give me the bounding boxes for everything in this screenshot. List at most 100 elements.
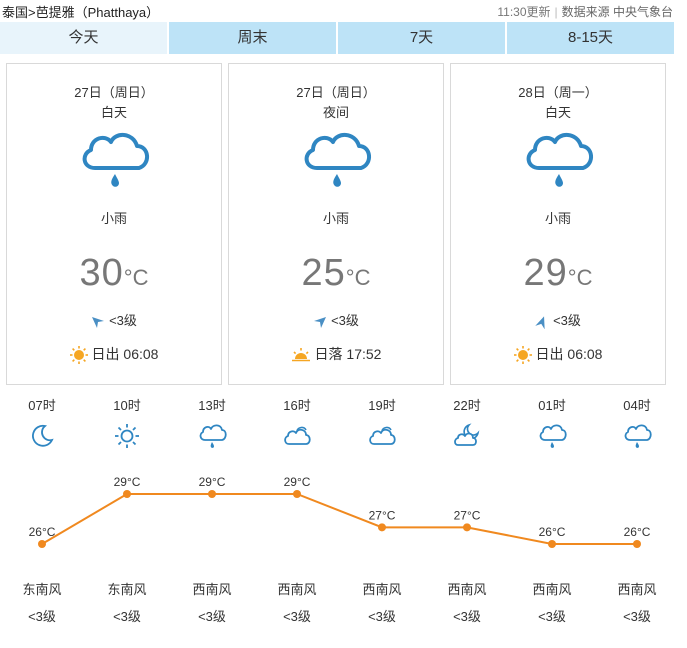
rain-cloud-icon xyxy=(517,422,587,452)
cloudy-icon xyxy=(347,422,417,452)
card-wind: <3级 xyxy=(229,310,443,329)
sunrise-icon xyxy=(513,346,532,365)
card-temperature: 30°C xyxy=(79,252,149,294)
forecast-card-2: 27日（周日） 夜间 小雨 25°C <3级 日落 17:52 xyxy=(228,63,444,385)
tab-8-15-days[interactable]: 8-15天 xyxy=(507,22,674,54)
temperature-point xyxy=(123,490,131,498)
tab-today[interactable]: 今天 xyxy=(0,22,167,54)
hour-wind-level: <3级 xyxy=(198,609,226,624)
breadcrumb-country[interactable]: 泰国 xyxy=(2,5,28,20)
card-description: 小雨 xyxy=(322,211,349,226)
hour-wind-direction: 西南风 xyxy=(362,582,402,597)
card-sun: 日落 17:52 xyxy=(229,344,443,364)
rain-cloud-icon xyxy=(177,422,247,452)
temperature-point xyxy=(208,490,216,498)
card-description: 小雨 xyxy=(100,211,127,226)
wind-direction-icon xyxy=(535,315,545,329)
hour-column: 19时 xyxy=(347,395,417,452)
source-link[interactable]: 中央气象台 xyxy=(613,5,673,19)
hour-column: 13时 xyxy=(177,395,247,452)
hour-time: 10时 xyxy=(113,398,141,413)
wind-direction-icon xyxy=(314,316,327,328)
hour-wind-direction: 东南风 xyxy=(22,582,62,597)
partly-cloudy-night-icon xyxy=(432,422,502,452)
wind-direction-icon xyxy=(92,316,105,328)
temperature-point xyxy=(38,540,46,548)
hour-wind-level: <3级 xyxy=(453,609,481,624)
card-period: 白天 xyxy=(100,105,127,120)
hour-wind-level: <3级 xyxy=(113,609,141,624)
rain-cloud-icon xyxy=(521,128,595,194)
card-date: 27日（周日） xyxy=(74,85,154,100)
temperature-label: 27°C xyxy=(369,508,396,522)
hour-wind-level: <3级 xyxy=(623,609,651,624)
temperature-point xyxy=(633,540,641,548)
card-sun: 日出 06:08 xyxy=(451,344,665,365)
hour-wind-direction: 东南风 xyxy=(107,582,147,597)
sunset-icon xyxy=(291,348,310,362)
hour-time: 22时 xyxy=(453,398,481,413)
hour-wind-level: <3级 xyxy=(538,609,566,624)
hour-column: 22时 xyxy=(432,395,502,452)
hour-wind-level: <3级 xyxy=(283,609,311,624)
hour-wind-level: <3级 xyxy=(368,609,396,624)
hour-column: 07时 xyxy=(7,395,77,452)
card-wind: <3级 xyxy=(451,310,665,329)
update-meta: 11:30更新 | 数据来源 中央气象台 xyxy=(497,5,673,19)
hour-time: 01时 xyxy=(538,398,566,413)
temperature-point xyxy=(293,490,301,498)
card-date: 28日（周一） xyxy=(518,85,598,100)
hour-column: 01时 xyxy=(517,395,587,452)
hour-wind-direction: 西南风 xyxy=(532,582,572,597)
rain-cloud-icon xyxy=(299,128,373,194)
temperature-label: 29°C xyxy=(199,475,226,489)
hourly-forecast: 07时 10时 13时 16时 19时 22时 01时 04时 26°C 29°C… xyxy=(0,395,687,635)
hour-time: 16时 xyxy=(283,398,311,413)
breadcrumb-separator: > xyxy=(28,5,36,20)
breadcrumb: 泰国>芭提雅（Phatthaya） xyxy=(2,2,159,21)
breadcrumb-city: 芭提雅（Phatthaya） xyxy=(35,5,160,20)
temperature-line-chart: 26°C 29°C 29°C 29°C 27°C 27°C 26°C 26°C xyxy=(29,475,651,548)
hour-column: 04时 xyxy=(602,395,672,452)
card-sun: 日出 06:08 xyxy=(7,344,221,365)
tab-7-days[interactable]: 7天 xyxy=(338,22,505,54)
top-bar: 泰国>芭提雅（Phatthaya） 11:30更新 | 数据来源 中央气象台 xyxy=(0,0,687,22)
hour-time: 04时 xyxy=(623,398,651,413)
card-temperature: 29°C xyxy=(523,252,593,294)
card-period: 白天 xyxy=(544,105,571,120)
sun-icon xyxy=(92,422,162,452)
card-temperature: 25°C xyxy=(301,252,371,294)
hour-column: 10时 xyxy=(92,395,162,452)
forecast-card-3: 28日（周一） 白天 小雨 29°C <3级 日出 06:08 xyxy=(450,63,666,385)
hour-wind-direction: 西南风 xyxy=(447,582,487,597)
card-period: 夜间 xyxy=(322,105,349,120)
cloudy-icon xyxy=(262,422,332,452)
moon-icon xyxy=(7,422,77,452)
update-time: 11:30更新 xyxy=(497,5,551,19)
hour-time: 13时 xyxy=(198,398,226,413)
hour-wind-level: <3级 xyxy=(28,609,56,624)
source-label: 数据来源 xyxy=(561,5,610,19)
hour-wind-direction: 西南风 xyxy=(277,582,317,597)
rain-cloud-icon xyxy=(77,128,151,194)
temperature-label: 26°C xyxy=(624,525,651,539)
rain-cloud-icon xyxy=(602,422,672,452)
temperature-label: 26°C xyxy=(29,525,56,539)
card-description: 小雨 xyxy=(544,211,571,226)
temperature-point xyxy=(463,523,471,532)
forecast-tabs: 今天 周末 7天 8-15天 xyxy=(0,22,674,54)
card-date: 27日（周日） xyxy=(296,85,376,100)
hour-time: 07时 xyxy=(28,398,56,413)
temperature-label: 26°C xyxy=(539,525,566,539)
temperature-label: 27°C xyxy=(454,508,481,522)
card-wind: <3级 xyxy=(7,310,221,329)
temperature-point xyxy=(548,540,556,548)
sunrise-icon xyxy=(69,346,88,365)
temperature-label: 29°C xyxy=(114,475,141,489)
hour-wind-direction: 西南风 xyxy=(192,582,232,597)
temperature-point xyxy=(378,523,386,532)
temperature-label: 29°C xyxy=(284,475,311,489)
tab-weekend[interactable]: 周末 xyxy=(169,22,336,54)
forecast-card-1: 27日（周日） 白天 小雨 30°C <3级 日出 06:08 xyxy=(6,63,222,385)
hour-wind-direction: 西南风 xyxy=(617,582,657,597)
